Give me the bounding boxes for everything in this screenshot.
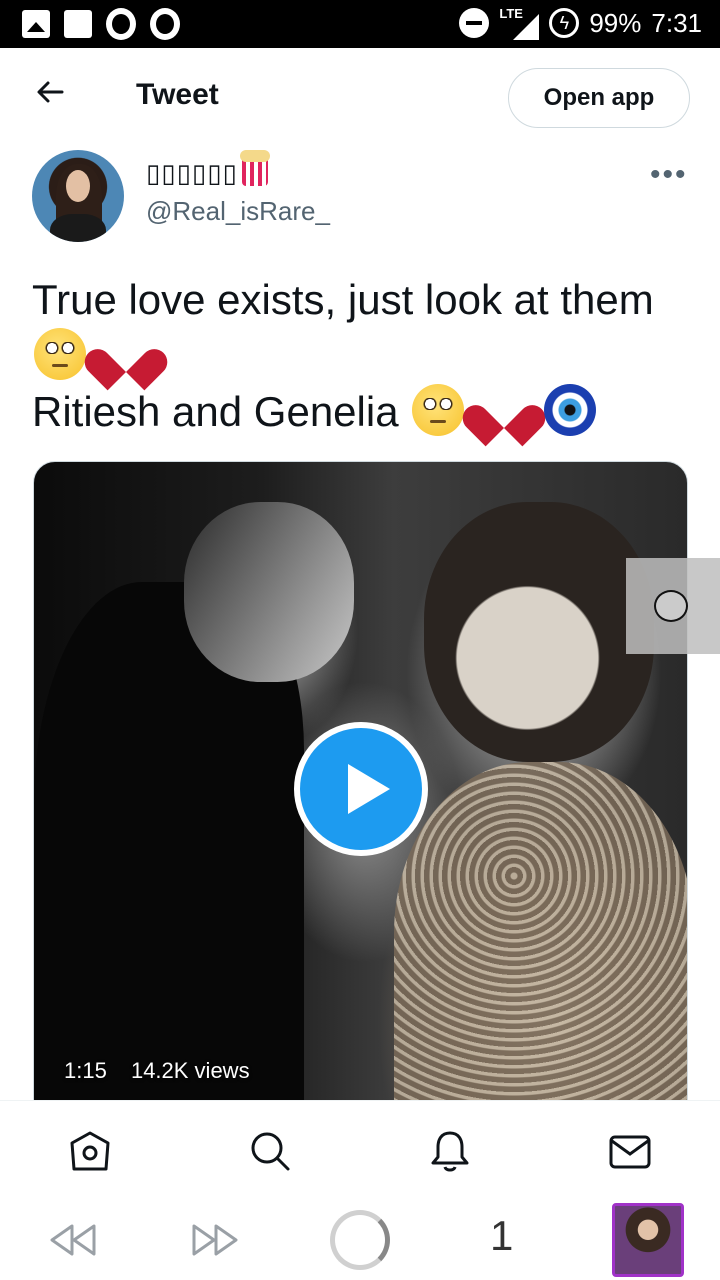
battery-saver-icon: ϟ <box>549 8 580 38</box>
square-notification-icon <box>64 10 92 38</box>
tweet-line-2: Ritiesh and Genelia <box>32 388 399 435</box>
video-player[interactable]: 1:15 14.2K views <box>33 461 688 1121</box>
popcorn-icon <box>239 150 270 186</box>
status-bar: LTE ϟ 99% 7:31 <box>0 0 720 48</box>
video-meta: 1:15 14.2K views <box>64 1058 268 1084</box>
tweet-line-1: True love exists, just look at them <box>32 276 654 323</box>
red-heart-icon <box>102 332 150 380</box>
face-with-rolling-eyes-icon <box>34 328 86 380</box>
notification-icons <box>22 8 180 40</box>
floating-side-handle[interactable] <box>626 558 720 654</box>
author-handle[interactable]: @Real_isRare_ <box>146 196 330 227</box>
signal-icon: LTE <box>499 6 540 40</box>
circle-notification-icon <box>150 8 180 40</box>
avatar[interactable] <box>32 150 124 242</box>
tweet-text: True love exists, just look at them Riti… <box>32 272 702 440</box>
circle-notification-icon <box>106 8 136 40</box>
fast-forward-icon[interactable] <box>190 1216 242 1264</box>
red-heart-icon <box>480 388 528 436</box>
face-with-rolling-eyes-icon <box>412 384 465 436</box>
tab-thumbnail[interactable] <box>612 1203 684 1277</box>
circle-icon <box>654 590 688 622</box>
page-title: Tweet <box>136 78 219 111</box>
mail-icon[interactable] <box>606 1127 654 1175</box>
more-options-icon[interactable]: ••• <box>650 158 688 192</box>
rewind-back-icon[interactable] <box>46 1216 98 1264</box>
top-bar: Tweet Open app <box>0 48 720 146</box>
author-display-name[interactable]: ▯▯▯▯▯▯ <box>146 150 270 189</box>
bell-icon[interactable] <box>426 1127 474 1175</box>
bottom-navigation <box>0 1100 720 1200</box>
video-views: 14.2K views <box>130 1058 250 1083</box>
play-button[interactable] <box>294 722 428 856</box>
image-notification-icon <box>22 10 50 38</box>
browser-toolbar: 1 <box>0 1200 720 1280</box>
back-arrow-icon[interactable] <box>30 76 70 116</box>
video-duration: 1:15 <box>64 1058 107 1083</box>
display-name-text: ▯▯▯▯▯▯ <box>146 158 238 188</box>
open-app-button[interactable]: Open app <box>508 68 690 128</box>
home-icon[interactable] <box>66 1127 114 1175</box>
clock: 7:31 <box>651 7 702 38</box>
search-icon[interactable] <box>246 1127 294 1175</box>
battery-level: 99% <box>589 7 642 38</box>
loading-spinner-icon[interactable] <box>330 1210 390 1270</box>
system-icons: LTE ϟ 99% 7:31 <box>459 6 702 40</box>
nazar-amulet-icon <box>543 384 596 436</box>
do-not-disturb-icon <box>459 8 490 38</box>
tab-count[interactable]: 1 <box>490 1212 520 1260</box>
